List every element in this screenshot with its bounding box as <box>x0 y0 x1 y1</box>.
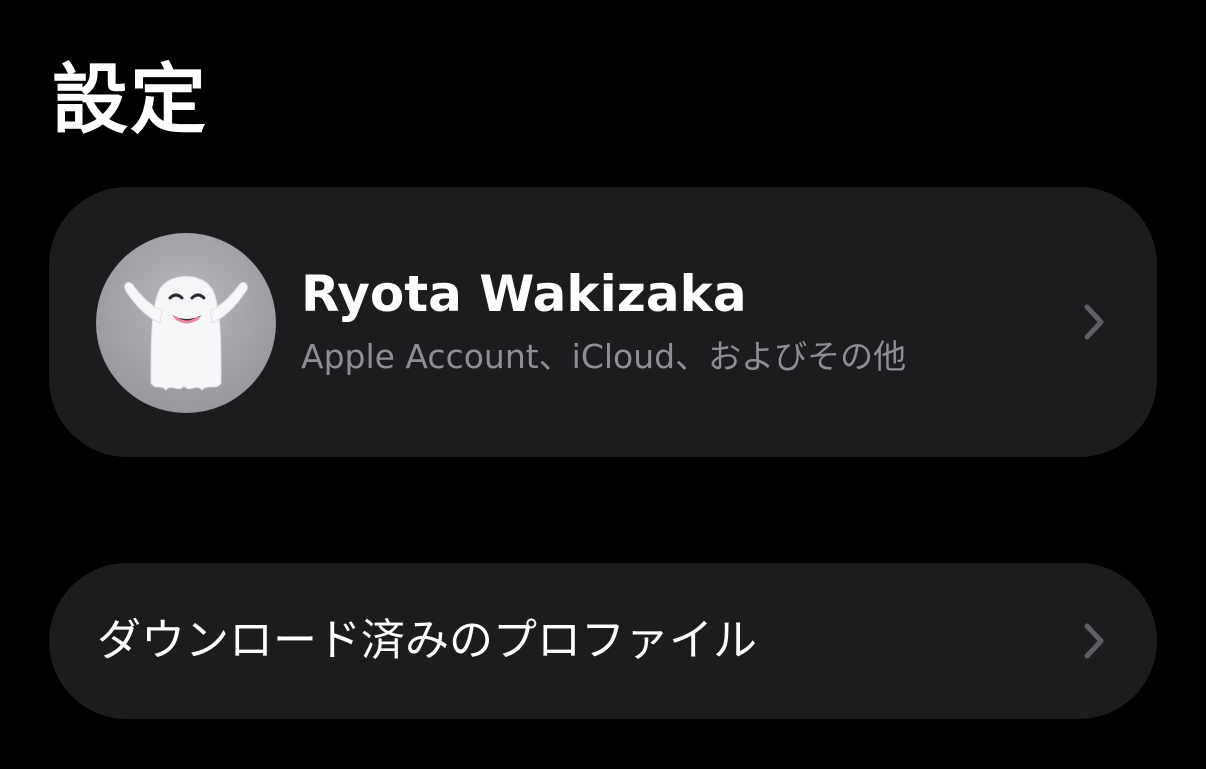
page-title: 設定 <box>52 55 208 144</box>
downloaded-profile-row[interactable]: ダウンロード済みのプロファイル <box>49 563 1157 719</box>
account-profile-row[interactable]: Ryota Wakizaka Apple Account、iCloud、およびそ… <box>49 187 1157 457</box>
ghost-avatar-icon <box>124 276 248 391</box>
chevron-right-icon <box>1084 623 1104 659</box>
account-subtitle: Apple Account、iCloud、およびその他 <box>301 337 907 376</box>
account-profile-content: Ryota Wakizaka Apple Account、iCloud、およびそ… <box>96 233 1157 413</box>
downloaded-profile-label: ダウンロード済みのプロファイル <box>97 615 757 666</box>
avatar <box>96 233 276 413</box>
chevron-right-icon <box>1084 304 1104 340</box>
account-name: Ryota Wakizaka <box>301 265 747 323</box>
